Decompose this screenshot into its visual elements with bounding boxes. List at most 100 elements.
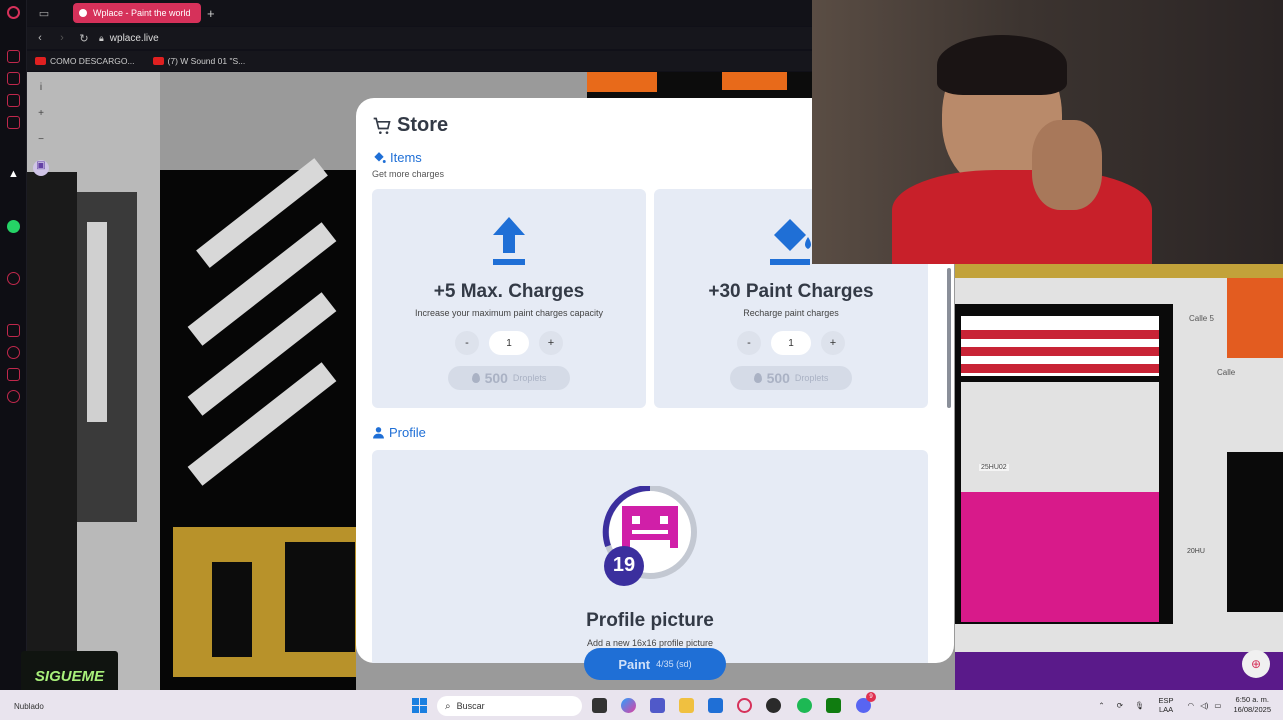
buy-button[interactable]: 500 Droplets [448,366,570,390]
items-subtitle: Get more charges [372,169,445,179]
rail-icon-2[interactable] [7,72,20,85]
vscode-icon[interactable] [708,698,723,713]
bookmarks-bar: COMO DESCARGO... (7) W Sound 01 "S... [27,51,812,71]
badge-level: 19 [612,554,636,576]
language-indicator[interactable]: ESP LAA [1159,696,1174,714]
wifi-icon[interactable]: ◠ [1188,701,1195,710]
rail-icon-3[interactable] [7,94,20,107]
teams-icon[interactable] [650,698,665,713]
davinci-icon[interactable] [766,698,781,713]
locate-me-button[interactable]: ⊕ [1242,650,1270,678]
bookmark-item[interactable]: COMO DESCARGO... [35,56,135,66]
taskbar: Nublado ⌕ Buscar 9 ⌃ ⟳ 🎙︎ ESP LAA ◠ ◁) ▭… [0,690,1283,720]
tab-menu-icon[interactable]: ▭ [33,2,55,24]
rail-icon-6[interactable] [7,324,20,337]
task-view-icon[interactable] [592,698,607,713]
favicon-icon [79,9,87,17]
price-value: 500 [766,370,790,386]
twitch-icon[interactable]: ▣ [33,160,49,176]
battery-icon[interactable]: ▭ [1214,701,1221,710]
sidebar-rail: ▲ [0,0,27,690]
decrement-button[interactable]: - [455,331,479,355]
history-icon[interactable] [7,346,20,359]
profile-card-subtitle: Add a new 16x16 profile picture [586,638,714,648]
clock-date: 16/08/2025 [1233,705,1271,714]
decrement-button[interactable]: - [737,331,761,355]
weather-label[interactable]: Nublado [14,702,44,711]
map-street-label: Calle [1217,368,1236,377]
price-value: 500 [484,370,508,386]
lang-top: ESP [1158,696,1174,705]
copilot-icon[interactable] [621,698,636,713]
chevron-up-icon[interactable]: ⌃ [1098,701,1104,710]
new-tab-icon[interactable]: + [207,6,215,21]
modal-scrollbar[interactable] [947,268,951,408]
rail-icon-4[interactable] [7,116,20,129]
url-field[interactable]: wplace.live [110,33,159,44]
pixel-art-block [1227,452,1283,612]
buy-button[interactable]: 500 Droplets [730,366,852,390]
windows-start-icon[interactable] [412,698,427,713]
quantity-input[interactable]: 1 [771,331,811,355]
file-explorer-icon[interactable] [679,698,694,713]
aria-icon[interactable]: ▲ [7,168,20,181]
pixel-art-block [955,652,1283,690]
map-street-label: 20HU [1187,548,1205,555]
cart-icon [373,117,391,134]
items-heading: Items [372,150,422,165]
zoom-in-icon[interactable]: + [33,108,49,124]
opera-icon[interactable] [737,698,752,713]
spotify-icon[interactable] [797,698,812,713]
system-tray: ⌃ ⟳ 🎙︎ ESP LAA ◠ ◁) ▭ 6:50 a. m. 16/08/2… [1098,690,1283,720]
bookmark-label: COMO DESCARGO... [50,56,135,66]
map-street-label: 25HU02 [979,464,1009,471]
profile-picture-card: 19 Profile picture Add a new 16x16 profi… [372,450,928,663]
clock[interactable]: 6:50 a. m. 16/08/2025 [1233,695,1271,715]
price-unit: Droplets [794,373,829,383]
pixel-art-block [87,222,107,422]
paint-bucket-small-icon [374,151,386,163]
microphone-icon[interactable]: 🎙︎ [1135,701,1145,710]
increment-button[interactable]: + [821,331,845,355]
store-title: Store [372,114,448,137]
profile-heading-text: Profile [389,425,426,440]
profile-card-title: Profile picture [586,610,714,631]
quantity-input[interactable]: 1 [489,331,529,355]
lock-icon: 🔒︎ [99,32,104,43]
taskbar-search-input[interactable]: ⌕ Buscar [437,696,582,716]
droplet-icon [753,373,762,383]
notification-badge: 9 [866,692,876,702]
tab-active[interactable]: Wplace - Paint the world [73,3,201,23]
pixel-art-block [27,172,77,690]
rail-icon-7[interactable] [7,368,20,381]
zoom-out-icon[interactable]: − [33,134,49,150]
map-street-label: Calle 5 [1189,314,1214,323]
pixel-art-block [961,492,1159,622]
rail-icon-5[interactable] [7,272,20,285]
back-icon[interactable]: ‹ [31,32,49,44]
search-placeholder: Buscar [456,701,485,711]
bookmark-label: (7) W Sound 01 "S... [167,56,246,66]
item-card-max-charges: +5 Max. Charges Increase your maximum pa… [372,189,646,408]
reload-icon[interactable]: ↻ [75,32,93,45]
paint-button[interactable]: Paint 4/35 (sd) [584,648,726,680]
youtube-icon [35,57,46,65]
webcam-person-hair [937,35,1067,95]
rail-icon-1[interactable] [7,50,20,63]
pixel-art-block [961,347,1159,356]
opera-logo-icon[interactable] [7,6,20,19]
tab-title: Wplace - Paint the world [93,8,191,18]
increment-button[interactable]: + [539,331,563,355]
forward-icon[interactable]: › [53,32,71,44]
pixel-art-block [77,192,137,522]
bookmark-item[interactable]: (7) W Sound 01 "S... [152,56,246,66]
webcam-person-shirt [892,170,1152,264]
sync-icon[interactable]: ⟳ [1117,701,1123,710]
pixel-art-block [1227,278,1283,358]
xbox-icon[interactable] [826,698,841,713]
profile-heading: Profile [372,425,426,440]
settings-icon[interactable] [7,390,20,403]
whatsapp-icon[interactable] [7,220,20,233]
volume-icon[interactable]: ◁) [1200,701,1208,710]
info-icon[interactable]: i [33,82,49,98]
